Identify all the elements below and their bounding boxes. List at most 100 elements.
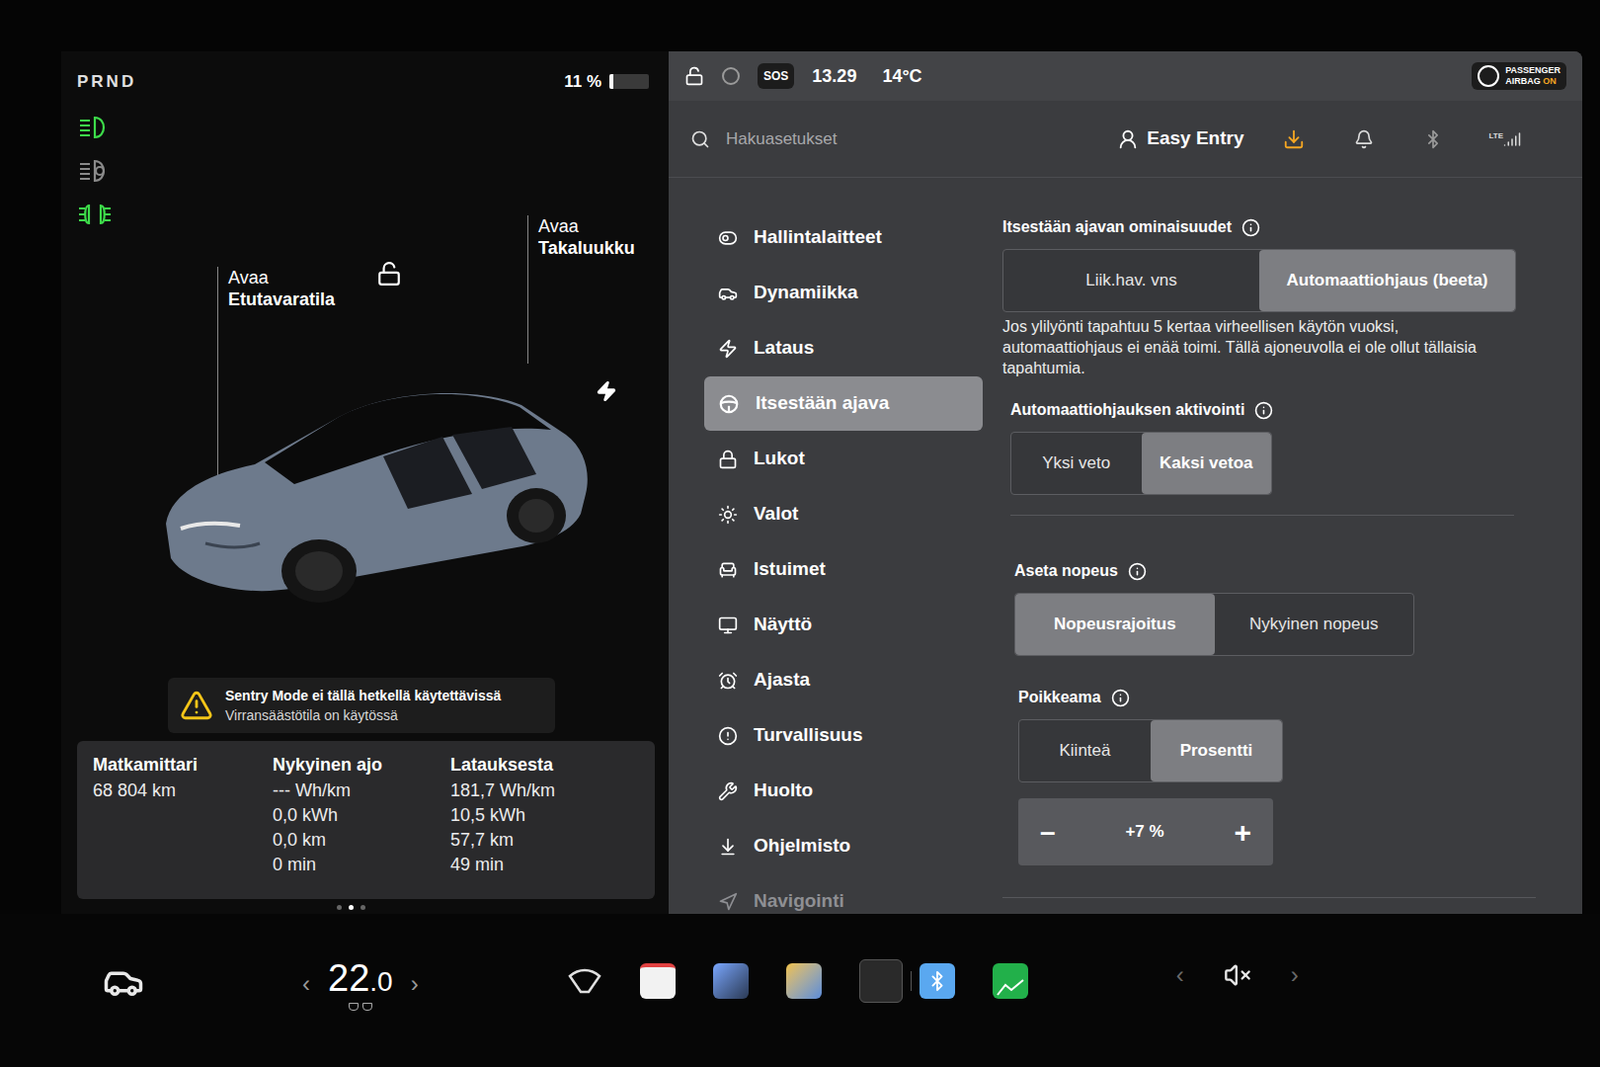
sidebar-item[interactable]: Huolto — [704, 763, 983, 818]
volume-control: ‹› — [1176, 957, 1299, 993]
segmented-control: Yksi vetoKaksi vetoa — [1010, 431, 1273, 495]
sidebar-item[interactable]: Istuimet — [704, 542, 983, 597]
sidebar-icon — [718, 449, 738, 470]
battery: 11 % — [563, 69, 649, 95]
trip-stat-value: 10,5 kWh — [450, 802, 629, 828]
section-note: Jos ylilyönti tapahtuu 5 kertaa virheell… — [1002, 316, 1497, 379]
segment-option[interactable]: Prosentti — [1150, 720, 1282, 782]
trip-stat-title: Nykyinen ajo — [272, 752, 451, 777]
unlock-icon — [376, 260, 402, 287]
sentry-alert: Sentry Mode ei tällä hetkellä käytettävi… — [167, 677, 556, 733]
calendar-app-icon[interactable] — [640, 962, 676, 999]
sidebar-item[interactable]: Navigointi — [704, 874, 983, 914]
battery-percent: 11 % — [563, 69, 602, 95]
auto-high-beam-icon — [77, 158, 113, 184]
sidebar-item[interactable]: Hallintalaitteet — [704, 210, 983, 265]
temp-down[interactable]: ‹ — [302, 965, 311, 1002]
section-title: Aseta nopeus — [1014, 559, 1543, 583]
lock-toggle[interactable] — [376, 260, 402, 287]
climate-control[interactable]: ‹ 22.0 › — [302, 957, 419, 1011]
clock: 13.29 — [811, 63, 857, 90]
toybox-app-icon[interactable] — [786, 962, 822, 999]
profile-button[interactable]: Easy Entry — [1117, 124, 1244, 154]
sidebar-item[interactable]: Lataus — [704, 320, 983, 376]
trip-stat-value: 0,0 kWh — [272, 802, 451, 828]
car-view[interactable]: AvaaEtutavaratilaAvaaTakaluukku — [77, 227, 655, 662]
divider — [1002, 896, 1536, 898]
segment-option[interactable]: Liik.hav. vns — [1003, 249, 1260, 312]
segment-option[interactable]: Automaattiohjaus (beeta) — [1259, 249, 1516, 312]
section-title: Poikkeama — [1018, 685, 1543, 710]
page-dot[interactable] — [348, 904, 354, 910]
gear-selector: PRND — [77, 69, 137, 95]
info-icon[interactable] — [1241, 218, 1261, 238]
offset-stepper: – +7 % + — [1018, 798, 1274, 866]
segment-option[interactable]: Yksi veto — [1011, 432, 1142, 494]
trip-stat-value: 49 min — [450, 852, 629, 878]
sidebar-icon — [718, 670, 738, 691]
bluetooth-icon[interactable] — [1423, 129, 1443, 150]
unlock-icon — [684, 66, 705, 86]
cabin-temp: 22.0 — [327, 957, 394, 1003]
trip-stats: Matkamittari68 804 kmNykyinen ajo--- Wh/… — [77, 740, 655, 899]
sidebar-icon — [718, 891, 738, 912]
sidebar-icon — [718, 283, 738, 304]
info-icon[interactable] — [1111, 688, 1130, 708]
energy-app-icon[interactable] — [992, 962, 1029, 999]
app-dock — [566, 959, 1029, 1003]
volume-down[interactable]: ‹ — [1176, 957, 1185, 993]
outside-temp: 14°C — [881, 63, 922, 90]
user-icon — [1117, 128, 1139, 151]
temp-up[interactable]: › — [410, 965, 419, 1002]
page-dot[interactable] — [360, 904, 366, 910]
navigation-app-icon[interactable] — [713, 962, 749, 999]
alert-title: Sentry Mode ei tällä hetkellä käytettävi… — [225, 685, 501, 706]
decrease-button[interactable]: – — [1032, 810, 1064, 853]
sidebar-item[interactable]: Lukot — [704, 431, 983, 486]
car-image — [146, 345, 601, 623]
bell-icon[interactable] — [1354, 129, 1374, 150]
settings-search[interactable]: Hakuasetukset — [725, 126, 1102, 153]
segment-option[interactable]: Kaksi vetoa — [1141, 432, 1273, 494]
arcade-app-icon[interactable] — [859, 959, 903, 1003]
download-icon[interactable] — [1282, 128, 1305, 151]
door-lock-status[interactable] — [684, 66, 705, 86]
status-bar: SOS13.2914°CPASSENGERAIRBAG ON — [668, 51, 1583, 101]
trip-stat-column: Nykyinen ajo--- Wh/km0,0 kWh0,0 km0 min — [272, 752, 451, 887]
sidebar-item[interactable]: Dynamiikka — [704, 265, 983, 320]
wiper-icon[interactable] — [566, 965, 603, 996]
charge-port[interactable] — [595, 380, 618, 402]
muted-volume-icon[interactable] — [1223, 960, 1252, 989]
settings-content: Itsestään ajavan ominaisuudetLiik.hav. v… — [982, 177, 1583, 914]
sidebar-item[interactable]: Itsestään ajava — [704, 376, 983, 431]
sidebar-item[interactable]: Turvallisuus — [704, 708, 983, 763]
increase-button[interactable]: + — [1225, 809, 1260, 855]
trip-stat-value: 0,0 km — [272, 827, 451, 853]
sidebar-item[interactable]: Ohjelmisto — [704, 818, 983, 874]
alert-subtitle: Virransäästötila on käytössä — [225, 705, 501, 725]
volume-up[interactable]: › — [1290, 957, 1299, 993]
segmented-control: KiinteäProsentti — [1018, 719, 1283, 783]
bottom-bar: ‹22.0›‹› — [0, 913, 1600, 1067]
charge-icon — [595, 380, 618, 402]
segment-option[interactable]: Nykyinen nopeus — [1214, 593, 1415, 655]
bluetooth-app-icon[interactable] — [919, 962, 956, 999]
segment-option[interactable]: Kiinteä — [1019, 720, 1151, 782]
trunk-label[interactable]: AvaaTakaluukku — [527, 215, 636, 364]
parking-lights-icon — [77, 201, 113, 228]
light-indicators — [77, 114, 117, 228]
trip-stat-column: Latauksesta181,7 Wh/km10,5 kWh57,7 km49 … — [450, 752, 629, 887]
segmented-control: Liik.hav. vnsAutomaattiohjaus (beeta) — [1002, 248, 1517, 313]
info-icon[interactable] — [1127, 561, 1147, 581]
sidebar-item[interactable]: Valot — [704, 486, 983, 542]
page-dot[interactable] — [336, 904, 342, 910]
info-icon[interactable] — [1254, 400, 1274, 420]
car-icon[interactable] — [102, 960, 145, 1003]
sidebar-icon — [718, 560, 738, 580]
sidebar-item[interactable]: Näyttö — [704, 597, 983, 652]
sos-button[interactable]: SOS — [757, 63, 795, 89]
dock-separator — [910, 970, 912, 991]
offset-value: +7 % — [1124, 818, 1164, 845]
segment-option[interactable]: Nopeusrajoitus — [1015, 593, 1215, 655]
sidebar-item[interactable]: Ajasta — [704, 652, 983, 708]
